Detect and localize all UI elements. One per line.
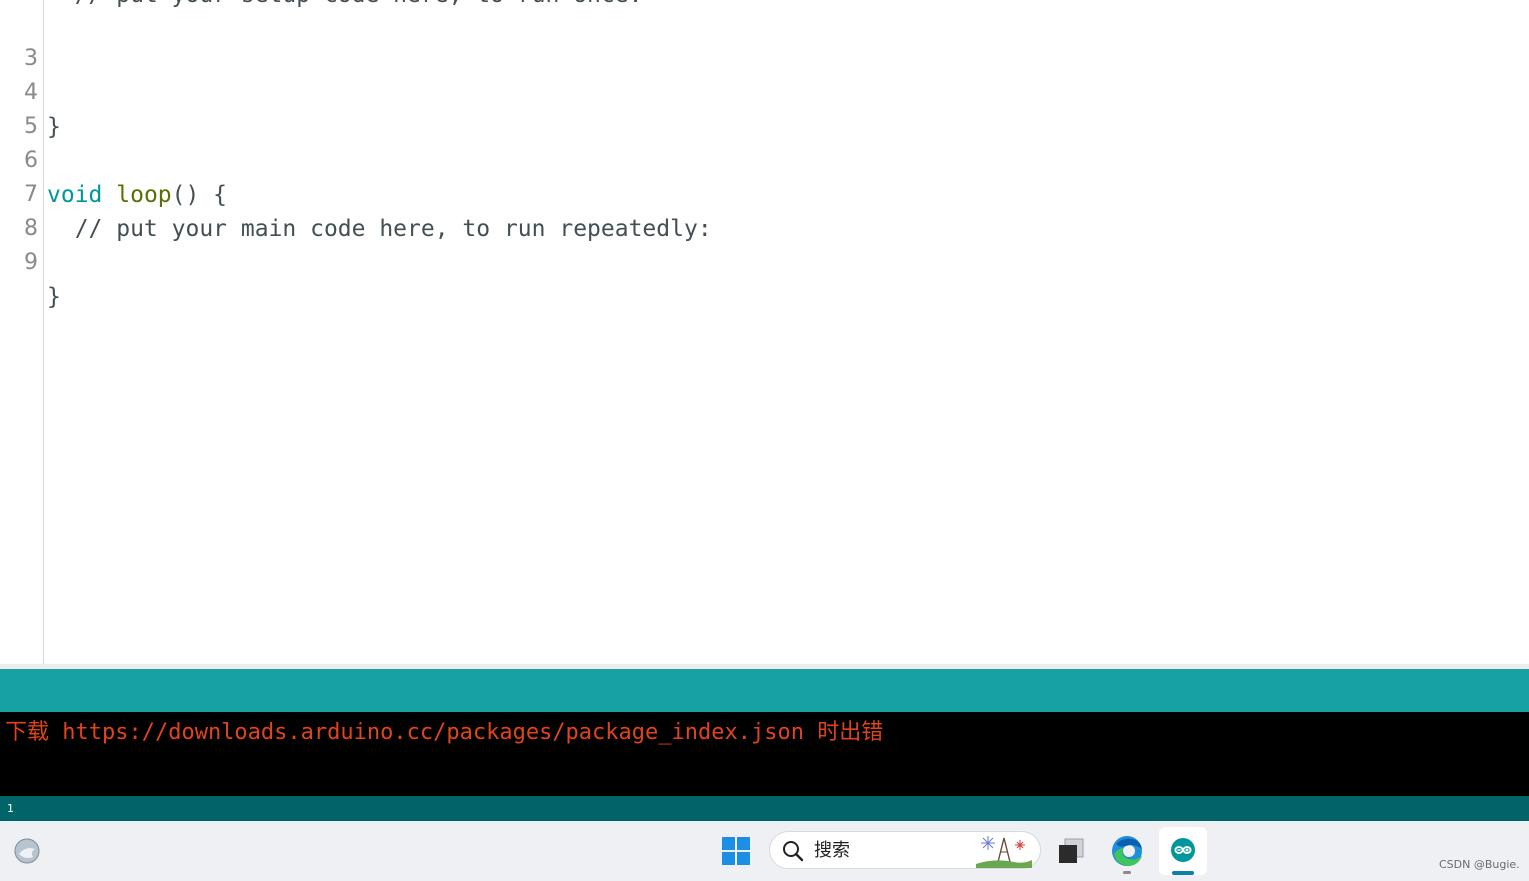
- search-placeholder: 搜索: [814, 840, 850, 861]
- task-view-icon[interactable]: [1055, 835, 1087, 867]
- search-icon: [782, 840, 804, 862]
- widgets-icon[interactable]: [13, 837, 41, 865]
- taskbar-search-box[interactable]: 搜索: [769, 831, 1041, 869]
- taskbar: 搜索 CSDN @Bugie.: [0, 821, 1529, 881]
- code-line: 8: [0, 178, 1529, 241]
- console-error-message: 下载 https://downloads.arduino.cc/packages…: [5, 720, 884, 745]
- gutter-divider: [43, 0, 44, 664]
- code-line: 6 void loop() {: [0, 110, 1529, 208]
- code-line: 5: [0, 76, 1529, 139]
- line-code: }: [47, 284, 61, 310]
- code-line: 7 // put your main code here, to run rep…: [0, 144, 1529, 242]
- code-editor[interactable]: // put your setup code here, to run once…: [0, 0, 1529, 668]
- edge-running-indicator: [1123, 871, 1131, 874]
- code-line: 9 }: [0, 212, 1529, 310]
- watermark-text: CSDN @Bugie.: [1439, 858, 1520, 871]
- arduino-active-indicator: [1172, 871, 1194, 875]
- status-bar: 1: [0, 796, 1529, 821]
- console-output[interactable]: 下载 https://downloads.arduino.cc/packages…: [0, 712, 1529, 796]
- arduino-ide-icon: [1170, 837, 1196, 863]
- status-line-number: 1: [7, 802, 14, 815]
- edge-browser-icon[interactable]: [1110, 834, 1144, 868]
- code-line: 4 }: [0, 42, 1529, 140]
- code-line: 3: [0, 8, 1529, 71]
- line-number: 9: [24, 250, 38, 275]
- search-highlight-art-icon: [974, 834, 1034, 868]
- windows-start-icon[interactable]: [721, 836, 751, 866]
- console-header-bar: [0, 669, 1529, 712]
